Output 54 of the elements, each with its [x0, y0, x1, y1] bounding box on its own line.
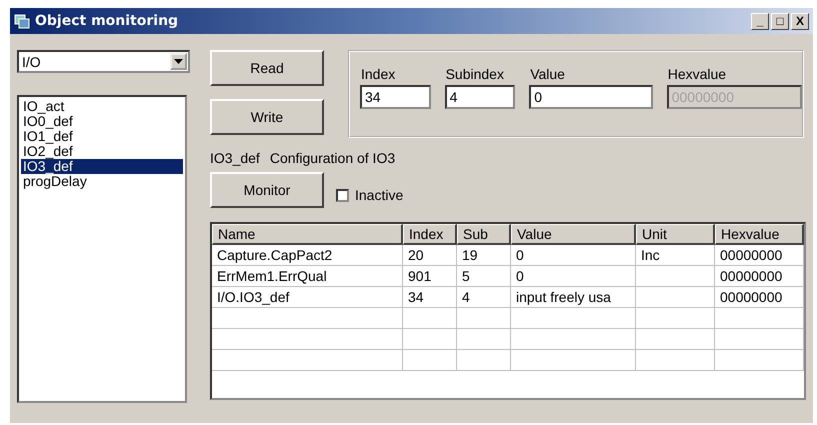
write-button[interactable]: Write	[210, 99, 324, 135]
column-header[interactable]: Name	[212, 224, 403, 245]
field-label: Subindex	[444, 66, 505, 82]
column-header[interactable]: Sub	[457, 224, 511, 245]
object-name: IO3_def	[210, 150, 260, 166]
window-title: Object monitoring	[35, 13, 180, 29]
table-cell: 20	[403, 245, 457, 266]
table-cell: I/O.IO3_def	[212, 287, 403, 308]
empty-cell	[403, 329, 457, 350]
field-label: Index	[360, 66, 396, 82]
checkbox-label: Inactive	[355, 187, 404, 203]
list-item[interactable]: IO2_def	[21, 144, 183, 159]
list-item[interactable]: IO1_def	[21, 129, 183, 144]
column-header[interactable]: Value	[511, 224, 636, 245]
column-header[interactable]: Hexvalue	[715, 224, 804, 245]
close-button[interactable]: X	[791, 12, 809, 30]
table-cell: 00000000	[715, 245, 804, 266]
table-cell: 19	[457, 245, 511, 266]
table-cell: ErrMem1.ErrQual	[212, 266, 403, 287]
table-cell: 4	[457, 287, 511, 308]
maximize-button[interactable]: □	[771, 12, 789, 30]
table-cell: 00000000	[715, 266, 804, 287]
table-cell: 00000000	[715, 287, 804, 308]
field-label: Value	[529, 66, 566, 82]
table-cell: 5	[457, 266, 511, 287]
table-cell: 901	[403, 266, 457, 287]
table-cell: Capture.CapPact2	[212, 245, 403, 266]
table-cell: 34	[403, 287, 457, 308]
table-cell: input freely usa	[511, 287, 636, 308]
column-header[interactable]: Index	[403, 224, 457, 245]
empty-cell	[403, 308, 457, 329]
category-dropdown[interactable]: I/O	[17, 50, 190, 73]
empty-cell	[457, 308, 511, 329]
input-field[interactable]: 0	[529, 85, 653, 109]
dropdown-arrow-icon	[174, 59, 183, 64]
read-button[interactable]: Read	[210, 50, 324, 86]
object-description: Configuration of IO3	[270, 150, 396, 166]
field-label: Hexvalue	[666, 66, 728, 82]
table-cell: 0	[511, 266, 636, 287]
empty-cell	[457, 329, 511, 350]
input-field[interactable]: 4	[444, 85, 516, 109]
empty-cell	[403, 350, 457, 371]
column-header[interactable]: Unit	[636, 224, 715, 245]
table-cell: Inc	[636, 245, 715, 266]
input-field[interactable]: 34	[360, 85, 431, 109]
list-item[interactable]: IO_act	[21, 99, 183, 114]
table-cell: 0	[511, 245, 636, 266]
empty-cell	[457, 350, 511, 371]
list-item[interactable]: IO3_def	[21, 159, 183, 174]
list-item[interactable]: IO0_def	[21, 114, 183, 129]
monitor-button[interactable]: Monitor	[210, 172, 324, 208]
app-icon	[14, 13, 30, 29]
list-item[interactable]: progDelay	[21, 174, 183, 189]
minimize-button[interactable]: _	[751, 12, 769, 30]
